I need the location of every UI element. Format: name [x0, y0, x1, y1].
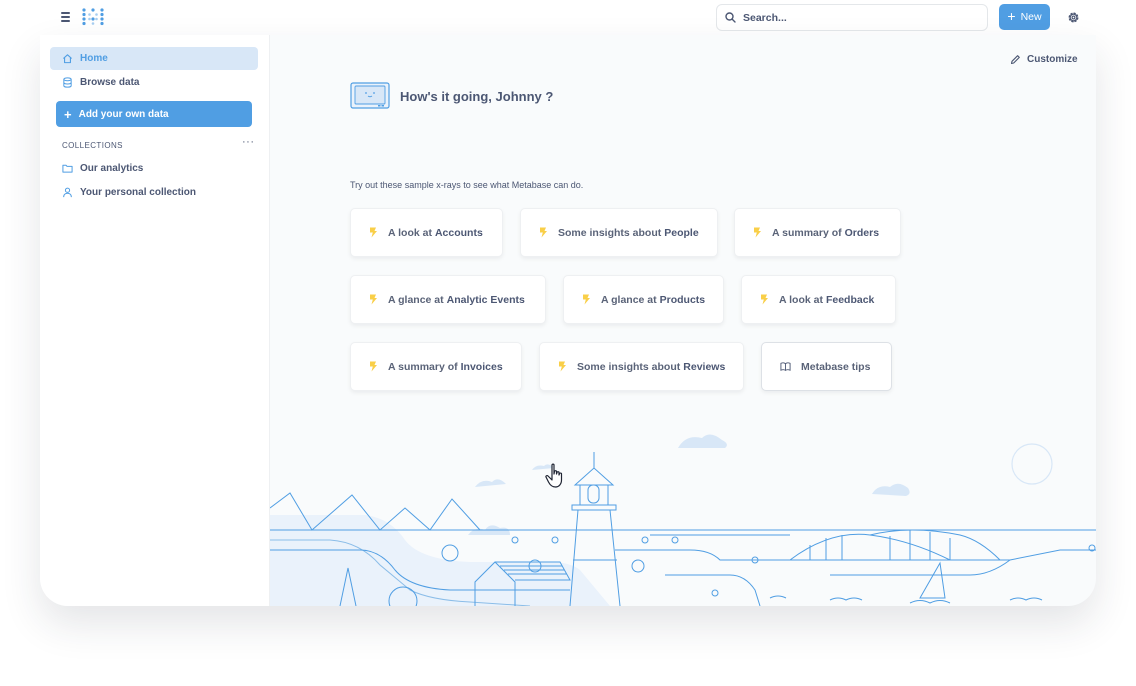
bolt-icon [370, 294, 377, 305]
xray-prefix: Some insights about [558, 226, 662, 239]
xray-subject: Products [659, 293, 706, 306]
search-bar[interactable] [716, 4, 988, 31]
greeting-text: How's it going, Johnny ? [400, 89, 554, 104]
xray-subject: People [664, 226, 699, 239]
add-your-own-data-button[interactable]: + Add your own data [56, 101, 252, 127]
xray-card-analytic-events[interactable]: A glance at Analytic Events [350, 275, 546, 324]
xray-card-orders[interactable]: A summary of Orders [734, 208, 901, 257]
xray-subject: Accounts [434, 226, 483, 239]
xray-subject: Feedback [825, 293, 875, 306]
search-input[interactable] [743, 11, 963, 24]
metabase-logo[interactable] [82, 8, 104, 26]
sidebar-item-home[interactable]: Home [50, 47, 258, 70]
hand-cursor-icon [545, 463, 563, 488]
xray-prefix: A glance at [601, 293, 657, 306]
sidebar: Home Browse data + Add your own data COL… [40, 35, 270, 606]
customize-button[interactable]: Customize [1010, 54, 1078, 65]
xray-card-products[interactable]: A glance at Products [563, 275, 724, 324]
sidebar-item-our-analytics[interactable]: Our analytics [62, 163, 143, 174]
xray-prefix: A summary of [388, 360, 458, 373]
xray-subject: Analytic Events [446, 293, 525, 306]
bolt-icon [754, 227, 761, 238]
xray-prefix: A look at [388, 226, 432, 239]
customize-label: Customize [1027, 54, 1078, 65]
xray-intro-text: Try out these sample x-rays to see what … [350, 180, 584, 190]
sidebar-toggle-icon[interactable] [58, 10, 74, 26]
app-window: Home Browse data + Add your own data COL… [40, 35, 1096, 606]
xray-card-invoices[interactable]: A summary of Invoices [350, 342, 522, 391]
xray-card-people[interactable]: Some insights about People [520, 208, 718, 257]
xray-subject: Orders [844, 226, 880, 239]
collections-heading: COLLECTIONS [62, 141, 123, 150]
folder-icon [62, 164, 73, 173]
sidebar-item-personal-collection[interactable]: Your personal collection [62, 187, 196, 198]
add-data-label: Add your own data [78, 108, 169, 120]
new-button[interactable]: + New [999, 4, 1050, 30]
bolt-icon [559, 361, 566, 372]
xray-prefix: Some insights about [577, 360, 681, 373]
tips-label: Metabase tips [801, 360, 871, 373]
xray-prefix: A look at [779, 293, 823, 306]
database-icon [63, 77, 72, 88]
xray-prefix: A glance at [388, 293, 444, 306]
sidebar-item-label: Browse data [80, 77, 140, 88]
bolt-icon [761, 294, 768, 305]
home-icon [63, 54, 72, 64]
metabase-tips-card[interactable]: Metabase tips [761, 342, 892, 391]
xray-prefix: A summary of [772, 226, 842, 239]
xray-card-reviews[interactable]: Some insights about Reviews [539, 342, 744, 391]
collections-more-icon[interactable]: ··· [242, 136, 255, 148]
gear-icon[interactable] [1067, 11, 1080, 24]
bolt-icon [540, 227, 547, 238]
collection-label: Your personal collection [80, 187, 196, 198]
xray-subject: Invoices [460, 360, 503, 373]
laptop-face-icon [350, 82, 390, 109]
sidebar-item-browse-data[interactable]: Browse data [50, 71, 258, 94]
sidebar-item-label: Home [80, 53, 108, 64]
xray-subject: Reviews [683, 360, 726, 373]
new-button-label: New [1020, 11, 1042, 23]
person-icon [63, 187, 72, 198]
book-icon [780, 362, 791, 372]
search-icon [725, 12, 736, 23]
plus-icon: + [64, 106, 72, 122]
collection-label: Our analytics [80, 163, 144, 174]
top-bar: + New [0, 0, 1136, 35]
bolt-icon [370, 227, 377, 238]
bolt-icon [370, 361, 377, 372]
lighthouse-illustration [270, 434, 1096, 606]
plus-icon: + [1007, 8, 1016, 24]
pencil-icon [1010, 55, 1020, 65]
bolt-icon [583, 294, 590, 305]
xray-card-accounts[interactable]: A look at Accounts [350, 208, 503, 257]
xray-card-feedback[interactable]: A look at Feedback [741, 275, 896, 324]
